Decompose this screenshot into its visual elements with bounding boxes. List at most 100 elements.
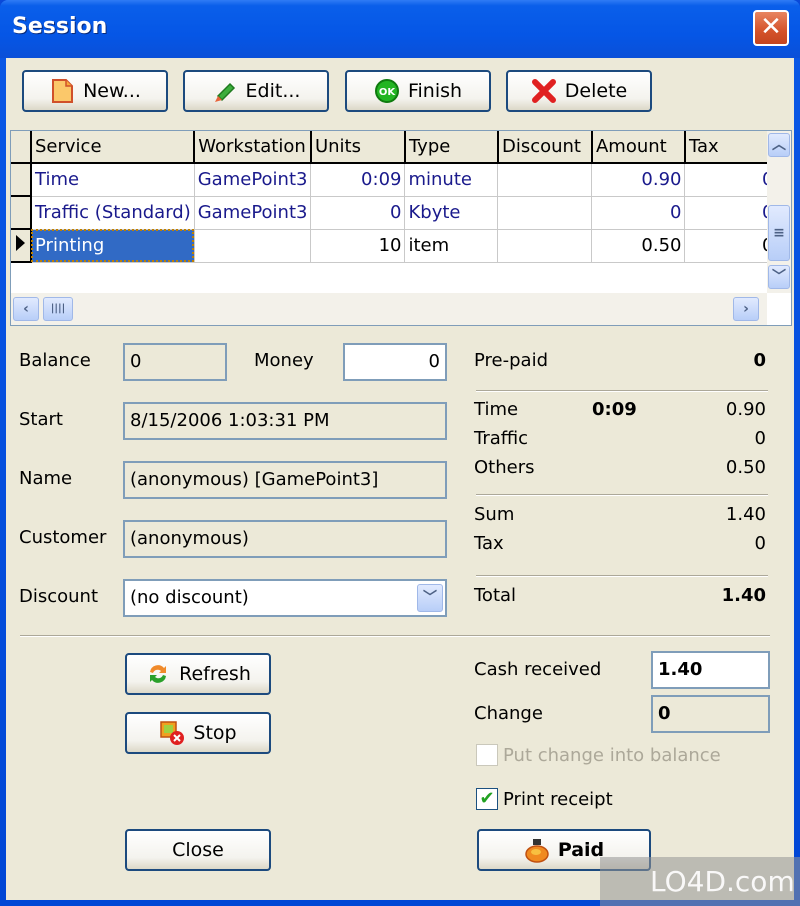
edit-button[interactable]: Edit... xyxy=(183,70,329,112)
traffic-label: Traffic xyxy=(474,428,529,449)
balance-field: 0 xyxy=(123,343,227,381)
others-amount-value: 0.50 xyxy=(725,457,766,478)
discount-select-value: (no discount) xyxy=(130,587,249,608)
name-label: Name xyxy=(19,468,73,489)
chevron-left-icon: ‹ xyxy=(23,301,29,317)
cash-received-input[interactable]: 1.40 xyxy=(651,651,770,689)
refresh-button-label: Refresh xyxy=(179,663,251,685)
horizontal-scroll-thumb[interactable]: |||| xyxy=(43,297,73,321)
print-receipt-label: Print receipt xyxy=(503,789,613,810)
summary-separator xyxy=(476,494,768,496)
client-area: New... Edit... OK Finish Delete Service … xyxy=(6,58,794,900)
cell-amount[interactable]: 0.90 xyxy=(591,163,686,197)
close-window-button[interactable]: ✕ xyxy=(753,10,789,46)
time-amount-value: 0.90 xyxy=(725,399,766,420)
close-button[interactable]: Close xyxy=(125,829,271,871)
prepaid-label: Pre-paid xyxy=(474,350,548,371)
chevron-up-icon: ︿ xyxy=(772,137,786,153)
vertical-scrollbar[interactable]: ︿ ≡ ﹀ xyxy=(767,131,791,293)
cell-type[interactable]: minute xyxy=(404,163,499,197)
row-indicator[interactable] xyxy=(11,163,32,197)
column-header-units[interactable]: Units xyxy=(310,131,406,164)
pencil-icon xyxy=(212,78,238,104)
services-grid: Service Workstation Units Type Discount … xyxy=(10,130,792,326)
watermark: LO4D.com xyxy=(600,857,800,906)
discount-select[interactable]: (no discount) ﹀ xyxy=(123,579,447,617)
new-button[interactable]: New... xyxy=(22,70,168,112)
scroll-up-button[interactable]: ︿ xyxy=(768,133,790,157)
cell-discount[interactable] xyxy=(497,196,593,230)
cell-service[interactable]: Printing xyxy=(31,229,195,263)
close-button-label: Close xyxy=(172,839,224,861)
stop-session-icon xyxy=(159,720,185,746)
prepaid-value: 0 xyxy=(753,350,766,371)
start-label: Start xyxy=(19,409,63,430)
cell-workstation[interactable]: GamePoint3 xyxy=(194,196,312,230)
change-field: 0 xyxy=(651,695,770,733)
cell-tax[interactable]: 0 xyxy=(684,163,778,197)
column-header-workstation[interactable]: Workstation xyxy=(194,131,312,164)
table-row[interactable]: Time GamePoint3 0:09 minute 0.90 0 xyxy=(11,163,778,197)
start-field: 8/15/2006 1:03:31 PM xyxy=(123,402,447,440)
cell-service[interactable]: Traffic (Standard) xyxy=(31,196,195,230)
column-header-discount[interactable]: Discount xyxy=(497,131,593,164)
money-input[interactable]: 0 xyxy=(343,343,447,381)
sum-value: 1.40 xyxy=(725,504,766,525)
row-indicator[interactable] xyxy=(11,196,32,230)
balance-label: Balance xyxy=(19,350,91,371)
delete-button[interactable]: Delete xyxy=(506,70,652,112)
tax-value: 0 xyxy=(754,533,766,554)
cell-workstation[interactable]: GamePoint3 xyxy=(194,163,312,197)
checkmark-icon: ✔ xyxy=(479,788,495,809)
cell-discount[interactable] xyxy=(497,229,593,263)
row-indicator-current[interactable] xyxy=(11,229,32,263)
cell-units[interactable]: 0 xyxy=(310,196,406,230)
tax-label: Tax xyxy=(474,533,504,554)
finish-button[interactable]: OK Finish xyxy=(345,70,491,112)
window-title: Session xyxy=(12,14,108,39)
vertical-scroll-thumb[interactable]: ≡ xyxy=(768,205,790,261)
summary-separator xyxy=(476,575,768,577)
cell-type[interactable]: item xyxy=(404,229,499,263)
grip-icon: ≡ xyxy=(773,225,785,241)
cell-discount[interactable] xyxy=(497,163,593,197)
cell-amount[interactable]: 0.50 xyxy=(591,229,686,263)
section-separator xyxy=(20,635,770,637)
horizontal-scrollbar[interactable]: ‹ |||| › xyxy=(11,293,767,325)
stop-button[interactable]: Stop xyxy=(125,712,271,754)
discount-label: Discount xyxy=(19,586,99,607)
cell-units[interactable]: 10 xyxy=(310,229,406,263)
session-window: Session ✕ New... Edit... OK Finish Delet… xyxy=(0,0,800,906)
total-label: Total xyxy=(474,585,517,606)
table-row-selected[interactable]: Printing 10 item 0.50 0 xyxy=(11,229,778,263)
cell-units[interactable]: 0:09 xyxy=(310,163,406,197)
delete-x-icon xyxy=(531,78,557,104)
put-change-checkbox[interactable] xyxy=(476,744,498,766)
customer-label: Customer xyxy=(19,527,107,548)
cell-type[interactable]: Kbyte xyxy=(404,196,499,230)
chevron-down-icon: ﹀ xyxy=(772,269,786,285)
scroll-right-button[interactable]: › xyxy=(733,297,759,321)
chevron-down-icon: ﹀ xyxy=(423,590,437,606)
row-indicator-header xyxy=(11,131,32,164)
refresh-button[interactable]: Refresh xyxy=(125,653,271,695)
close-icon: ✕ xyxy=(760,12,782,42)
cell-workstation[interactable] xyxy=(194,229,312,263)
time-units-value: 0:09 xyxy=(592,399,637,420)
change-label: Change xyxy=(474,703,543,724)
scroll-down-button[interactable]: ﹀ xyxy=(768,265,790,289)
scroll-left-button[interactable]: ‹ xyxy=(13,297,39,321)
column-header-type[interactable]: Type xyxy=(404,131,499,164)
table-row[interactable]: Traffic (Standard) GamePoint3 0 Kbyte 0 … xyxy=(11,196,778,230)
chevron-right-icon: › xyxy=(743,301,749,317)
column-header-service[interactable]: Service xyxy=(31,131,196,164)
print-receipt-checkbox[interactable]: ✔ xyxy=(476,788,498,810)
cell-tax[interactable]: 0 xyxy=(684,196,778,230)
svg-text:OK: OK xyxy=(379,87,397,98)
column-header-amount[interactable]: Amount xyxy=(591,131,686,164)
cell-service[interactable]: Time xyxy=(31,163,195,197)
cell-amount[interactable]: 0 xyxy=(591,196,686,230)
cell-tax[interactable]: 0 xyxy=(684,229,778,263)
column-header-tax[interactable]: Tax xyxy=(684,131,778,164)
discount-dropdown-button[interactable]: ﹀ xyxy=(417,584,443,612)
